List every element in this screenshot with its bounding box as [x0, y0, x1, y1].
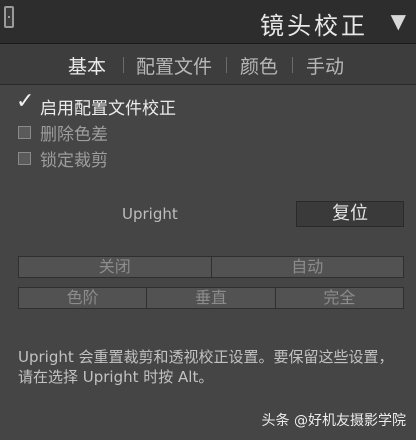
panel-grip-icon[interactable]	[4, 6, 14, 28]
checkbox-icon[interactable]	[18, 151, 31, 165]
tab-manual[interactable]: 手动	[306, 52, 344, 79]
upright-off-button[interactable]: 关闭	[18, 256, 212, 278]
panel-title: 镜头校正	[260, 12, 368, 40]
option-remove-chromatic-aberration[interactable]: 删除色差	[18, 121, 108, 145]
checkbox-checked-icon[interactable]: ✓	[16, 90, 34, 113]
option-label: 锁定裁剪	[40, 150, 108, 171]
upright-full-button[interactable]: 完全	[275, 287, 404, 309]
upright-vertical-button[interactable]: 垂直	[147, 287, 276, 309]
upright-level-button[interactable]: 色阶	[18, 287, 148, 309]
tab-profile[interactable]: 配置文件	[136, 52, 212, 79]
tab-bar: 基本 配置文件 颜色 手动	[0, 44, 416, 85]
option-enable-profile[interactable]: ✓ 启用配置文件校正	[16, 90, 176, 119]
watermark: 头条 @好机友摄影学院	[261, 413, 406, 429]
upright-help-text: Upright 会重置裁剪和透视校正设置。要保留这些设置，请在选择 Uprigh…	[18, 348, 394, 386]
upright-auto-button[interactable]: 自动	[211, 256, 404, 278]
panel-header[interactable]: 镜头校正 ▼	[0, 0, 416, 44]
option-label: 启用配置文件校正	[40, 98, 176, 119]
tab-separator	[292, 57, 293, 73]
reset-button[interactable]: 复位	[296, 201, 404, 227]
collapse-triangle-icon[interactable]: ▼	[391, 9, 406, 33]
option-constrain-crop[interactable]: 锁定裁剪	[18, 147, 108, 171]
upright-row-2: 色阶 垂直 完全	[18, 287, 404, 309]
option-label: 删除色差	[40, 124, 108, 145]
tab-color[interactable]: 颜色	[240, 52, 278, 79]
lens-correction-panel: 镜头校正 ▼ 基本 配置文件 颜色 手动 ✓ 启用配置文件校正 删除色差 锁定裁…	[0, 0, 416, 440]
tab-separator	[226, 57, 227, 73]
upright-row-1: 关闭 自动	[18, 256, 404, 278]
tab-basic[interactable]: 基本	[68, 52, 106, 79]
upright-label: Upright	[122, 205, 178, 223]
tab-separator	[123, 57, 124, 73]
checkbox-icon[interactable]	[18, 125, 31, 139]
